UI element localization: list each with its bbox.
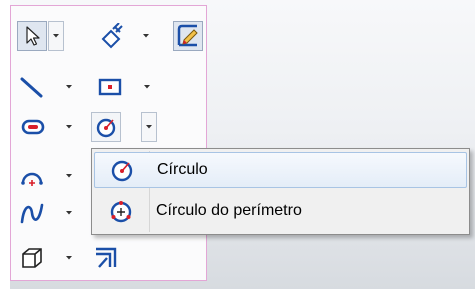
- spline-button[interactable]: [17, 198, 47, 228]
- arc-dropdown[interactable]: [61, 161, 77, 191]
- circle-perimeter-icon: [108, 199, 134, 225]
- spline-icon: [20, 203, 44, 224]
- line-dropdown[interactable]: [61, 72, 77, 102]
- chevron-down-icon: [144, 85, 150, 89]
- menu-item-circle[interactable]: Círculo: [94, 152, 467, 188]
- chevron-down-icon: [143, 34, 149, 38]
- edit-sketch-icon: [177, 24, 198, 47]
- plane-button[interactable]: [17, 243, 47, 273]
- rectangle-icon: [98, 78, 122, 96]
- smart-dimension-button[interactable]: [97, 21, 127, 51]
- offset-entities-icon: [96, 247, 117, 268]
- chevron-down-icon: [146, 125, 152, 129]
- circle-dropdown[interactable]: [141, 112, 157, 142]
- menu-item-label: Círculo do perímetro: [156, 202, 302, 219]
- circle-icon: [96, 118, 116, 138]
- chevron-down-icon: [66, 256, 72, 260]
- arc-button[interactable]: [17, 161, 47, 191]
- chevron-down-icon: [53, 34, 59, 38]
- chevron-down-icon: [66, 174, 72, 178]
- line-button[interactable]: [17, 72, 47, 102]
- circle-flyout-menu: Círculo Círculo do perímetro: [91, 148, 470, 235]
- plane-dropdown[interactable]: [61, 243, 77, 273]
- circle-center-icon: [109, 158, 135, 184]
- smart-dimension-dropdown[interactable]: [138, 21, 154, 51]
- spline-dropdown[interactable]: [61, 198, 77, 228]
- edit-sketch-button[interactable]: [173, 21, 203, 51]
- background-left: [0, 0, 10, 289]
- select-tool-dropdown[interactable]: [48, 21, 64, 51]
- slot-button[interactable]: [18, 112, 48, 142]
- arc-icon: [21, 172, 43, 186]
- sketch-toolbar: [10, 5, 207, 281]
- slot-icon: [21, 119, 45, 135]
- offset-entities-button[interactable]: [91, 243, 121, 273]
- select-pointer-icon: [26, 26, 40, 46]
- rectangle-dropdown[interactable]: [139, 72, 155, 102]
- circle-button[interactable]: [91, 112, 121, 142]
- slot-dropdown[interactable]: [61, 112, 77, 142]
- chevron-down-icon: [66, 211, 72, 215]
- chevron-down-icon: [66, 125, 72, 129]
- select-tool-button[interactable]: [17, 21, 47, 51]
- rectangle-button[interactable]: [95, 72, 125, 102]
- chevron-down-icon: [66, 85, 72, 89]
- menu-item-perimeter-circle[interactable]: Círculo do perímetro: [94, 194, 467, 230]
- menu-item-label: Círculo: [157, 161, 208, 178]
- plane-box-icon: [22, 248, 42, 268]
- line-icon: [20, 77, 43, 98]
- smart-dimension-icon: [101, 23, 123, 49]
